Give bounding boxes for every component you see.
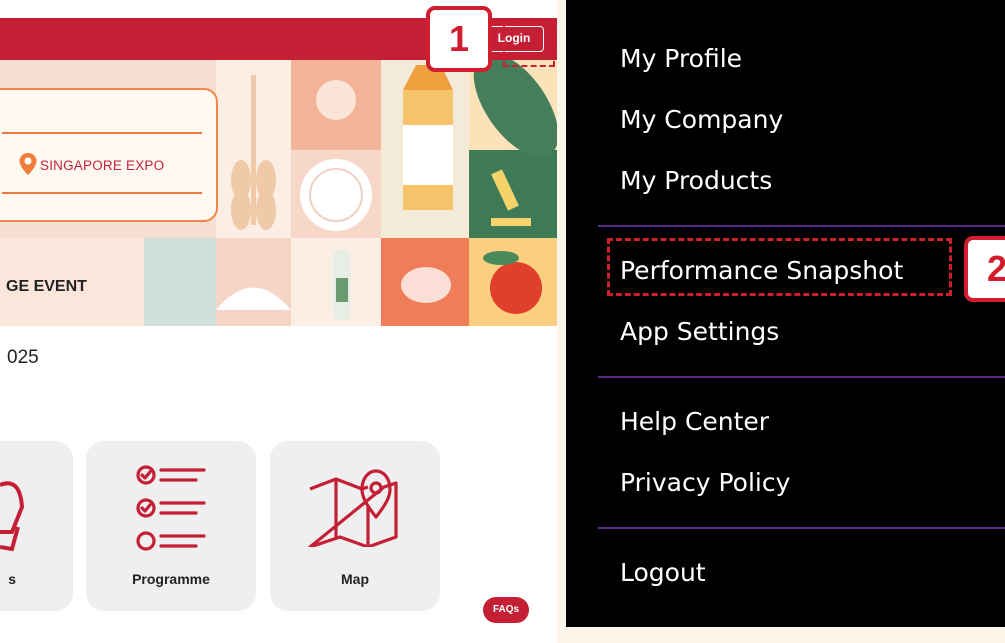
divider: [2, 132, 202, 134]
event-title: GE EVENT: [6, 278, 87, 295]
drumstick-icon: [316, 80, 356, 120]
menu-item-privacy-policy[interactable]: Privacy Policy: [620, 468, 790, 497]
bottle-icon: [333, 250, 351, 320]
callout-highlight-1: [503, 23, 555, 67]
menu-divider: [598, 225, 1005, 227]
menu-divider: [598, 527, 1005, 529]
menu-divider: [598, 376, 1005, 378]
app-home-screen: Login SINGAPORE EXPO GE EVENT 025 s Prog…: [0, 0, 557, 643]
event-date: 025: [7, 347, 39, 368]
card-exhibitors[interactable]: s: [0, 441, 73, 611]
faqs-button[interactable]: FAQs: [483, 597, 529, 623]
leaf-icon: [473, 60, 557, 158]
food-illustrations: [216, 60, 557, 320]
card-label: s: [8, 571, 16, 587]
menu-item-my-products[interactable]: My Products: [620, 166, 772, 195]
callout-highlight-2: [607, 238, 952, 296]
callout-number-1: 1: [426, 6, 492, 72]
cloche-icon: [216, 287, 291, 310]
microscope-icon: [491, 169, 531, 226]
menu-item-logout[interactable]: Logout: [620, 558, 706, 587]
event-banner: SINGAPORE EXPO GE EVENT: [0, 60, 557, 326]
person-icon: [0, 481, 25, 552]
card-programme[interactable]: Programme: [86, 441, 256, 611]
milk-carton-icon: [403, 65, 453, 210]
menu-item-my-company[interactable]: My Company: [620, 105, 783, 134]
banner-tile: [144, 238, 216, 326]
menu-item-help-center[interactable]: Help Center: [620, 407, 769, 436]
shrimp-icon: [401, 267, 451, 303]
wheat-icon: [231, 75, 276, 230]
menu-item-my-profile[interactable]: My Profile: [620, 44, 742, 73]
card-label: Map: [341, 571, 369, 587]
apple-icon: [483, 251, 542, 314]
card-map[interactable]: Map: [270, 441, 440, 611]
callout-number-2: 2: [964, 236, 1005, 302]
checklist-icon: [136, 465, 206, 551]
menu-item-app-settings[interactable]: App Settings: [620, 317, 779, 346]
location-pin-icon: [19, 153, 37, 175]
account-menu: My Profile My Company My Products Perfor…: [566, 0, 1005, 627]
divider: [2, 192, 202, 194]
venue-label: SINGAPORE EXPO: [40, 158, 165, 173]
card-label: Programme: [132, 571, 210, 587]
map-icon: [308, 469, 398, 547]
